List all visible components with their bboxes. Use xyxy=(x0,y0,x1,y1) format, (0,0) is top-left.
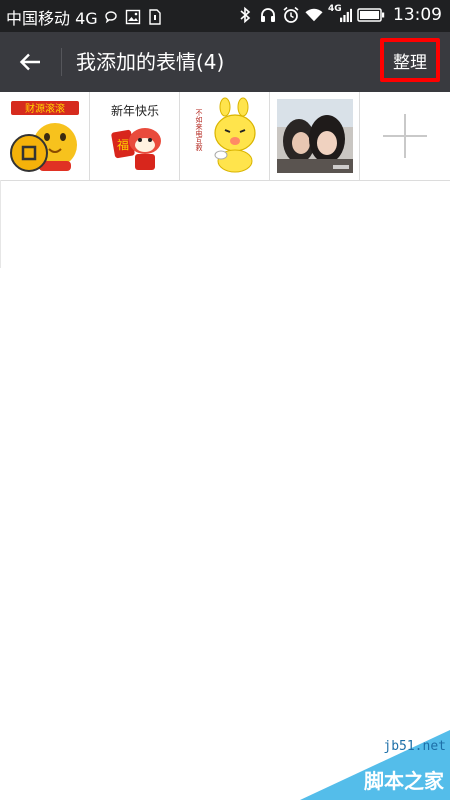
status-left: 中国移动 4G xyxy=(6,5,164,29)
content-left-edge xyxy=(0,180,1,268)
message-icon xyxy=(102,7,120,27)
image-icon xyxy=(124,7,142,27)
sticker-banner-text: 财源滚滚 xyxy=(25,102,65,115)
yellow-bunny-sticker-image: 不如来电互救 xyxy=(195,97,256,173)
title-bar: 我添加的表情(4) 整理 xyxy=(0,32,450,92)
new-year-sticker-image: 新年快乐 福 xyxy=(110,103,161,170)
signal-icon: 4G xyxy=(328,4,352,25)
back-button[interactable] xyxy=(10,44,50,80)
headset-icon xyxy=(259,5,277,25)
sim-icon xyxy=(146,7,164,27)
sticker-item[interactable]: 不如来电互救 xyxy=(180,92,270,180)
sticker-item[interactable]: 财源滚滚 xyxy=(0,92,90,180)
sticker-item[interactable] xyxy=(270,92,360,180)
title-divider xyxy=(61,48,62,76)
plus-icon xyxy=(383,114,427,158)
gold-coin-sticker-image: 财源滚滚 xyxy=(9,101,79,172)
page-title: 我添加的表情(4) xyxy=(76,50,225,74)
sticker-caption-text: 新年快乐 xyxy=(110,103,158,118)
back-arrow-icon xyxy=(19,53,40,71)
manage-button-label: 整理 xyxy=(393,52,427,73)
carrier-label: 中国移动 4G xyxy=(6,9,98,28)
wifi-icon xyxy=(305,5,323,25)
sticker-badge-text: 福 xyxy=(116,137,128,152)
status-bar: 中国移动 4G 4G 13:09 xyxy=(0,0,450,32)
add-sticker-button[interactable] xyxy=(360,92,450,180)
manage-button[interactable]: 整理 xyxy=(380,38,440,82)
status-right: 4G 13:09 xyxy=(236,4,442,25)
alarm-icon xyxy=(282,5,300,25)
sticker-grid: 财源滚滚 新年快乐 福 不如来电互救 xyxy=(0,92,450,181)
sticker-item[interactable]: 新年快乐 福 xyxy=(90,92,180,180)
photo-sticker-image xyxy=(276,99,353,173)
bluetooth-icon xyxy=(236,5,254,25)
watermark-name: 脚本之家 xyxy=(364,769,444,793)
sticker-caption-text: 不如来电互救 xyxy=(195,109,203,152)
clock-time: 13:09 xyxy=(393,5,442,25)
network-type-label: 4G xyxy=(328,4,342,14)
battery-icon xyxy=(357,5,385,25)
watermark-site: jb51.net xyxy=(383,739,446,754)
watermark: jb51.net 脚本之家 xyxy=(300,730,450,800)
